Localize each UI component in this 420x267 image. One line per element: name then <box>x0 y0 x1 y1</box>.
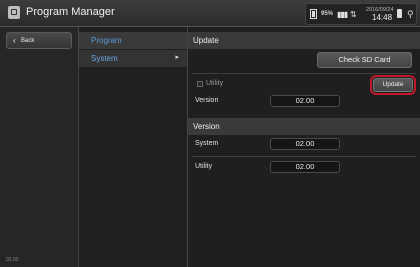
menu-item-program[interactable]: Program <box>79 32 187 49</box>
system-version-label: System <box>195 140 219 147</box>
menu-item-system[interactable]: System ▸ <box>79 50 187 67</box>
left-panel: ‹ Back 02.00 <box>0 27 79 267</box>
menu-item-label: System <box>91 54 118 63</box>
content-panel: Update Check SD Card Utility Update Vers… <box>188 27 420 267</box>
software-version-text: 02.00 <box>6 257 19 263</box>
back-button-label: Back <box>21 38 35 44</box>
utility-checkbox[interactable] <box>197 81 203 87</box>
utility-label: Utility <box>206 80 224 87</box>
version-section-header: Version <box>188 118 420 135</box>
divider <box>192 73 416 74</box>
update-version-label: Version <box>195 97 219 104</box>
network-icon: ⇅ <box>350 10 357 19</box>
back-button[interactable]: ‹ Back <box>6 32 72 49</box>
check-sd-card-button[interactable]: Check SD Card <box>317 52 412 68</box>
title-bar: Program Manager 95% ▮▮▮ ⇅ 2016/09/24 14:… <box>0 0 420 27</box>
usb-icon: ⚲ <box>407 9 414 19</box>
update-section-header: Update <box>188 32 420 49</box>
program-manager-app-icon <box>8 6 20 19</box>
chevron-left-icon: ‹ <box>13 36 16 45</box>
system-version-value: 02.00 <box>270 138 340 150</box>
update-button[interactable]: Update <box>370 75 416 95</box>
menu-panel: Program System ▸ <box>79 27 188 267</box>
battery-icon <box>310 9 317 19</box>
version-section-title: Version <box>193 122 220 131</box>
menu-item-label: Program <box>91 36 122 45</box>
app-title: Program Manager <box>26 6 115 18</box>
update-version-value: 02.00 <box>270 95 340 107</box>
utility-version-value: 02.00 <box>270 161 340 173</box>
divider <box>192 156 416 157</box>
status-time: 14:48 <box>372 13 393 22</box>
battery-percent: 95% <box>321 11 334 17</box>
signal-icon: ▮▮▮ <box>337 10 348 19</box>
status-area: 95% ▮▮▮ ⇅ 2016/09/24 14:48 ⚲ <box>305 3 417 25</box>
utility-version-label: Utility <box>195 163 213 170</box>
sd-card-icon <box>397 9 402 18</box>
chevron-right-icon: ▸ <box>175 54 179 61</box>
update-section-title: Update <box>193 36 219 45</box>
